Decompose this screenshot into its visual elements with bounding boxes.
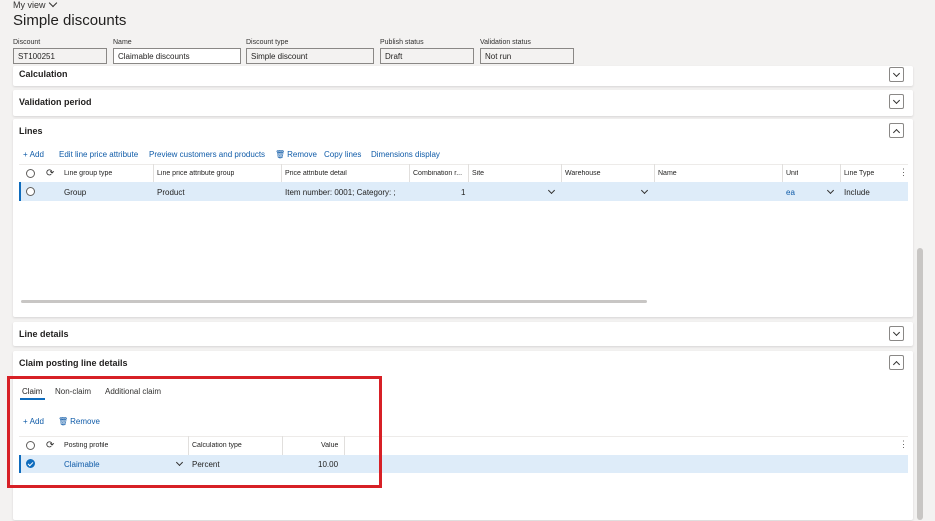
more-options-icon[interactable]: ⋮ xyxy=(899,439,908,450)
more-options-icon[interactable]: ⋮ xyxy=(899,167,908,178)
attribute-detail-cell[interactable]: Item number: 0001; Category: ; xyxy=(285,188,396,197)
line-details-section: Line details xyxy=(13,322,913,346)
validation-status-label: Validation status xyxy=(480,39,531,46)
col-warehouse[interactable]: Warehouse xyxy=(565,170,601,177)
lines-add-button[interactable]: + Add xyxy=(23,150,44,159)
lines-horizontal-scrollbar[interactable] xyxy=(21,300,647,303)
row-select-radio[interactable] xyxy=(26,187,35,196)
validation-period-expand-button[interactable] xyxy=(889,94,904,109)
page-vertical-scrollbar[interactable] xyxy=(917,248,923,520)
discount-type-label: Discount type xyxy=(246,39,289,46)
plus-icon: + xyxy=(23,150,28,159)
col-site[interactable]: Site xyxy=(472,170,484,177)
col-combination[interactable]: Combination r... xyxy=(413,170,467,177)
col-line-type[interactable]: Line Type xyxy=(844,170,874,177)
lines-header[interactable]: Lines xyxy=(19,126,43,136)
calculation-header[interactable]: Calculation xyxy=(19,69,68,79)
my-view-menu[interactable]: My view xyxy=(13,0,57,10)
claim-posting-collapse-button[interactable] xyxy=(889,355,904,370)
name-label: Name xyxy=(113,39,132,46)
col-name[interactable]: Name xyxy=(658,170,677,177)
refresh-icon[interactable]: ⟳ xyxy=(46,168,54,179)
dimensions-display-button[interactable]: Dimensions display xyxy=(371,150,440,159)
col-price-attribute-detail[interactable]: Price attribute detail xyxy=(285,170,347,177)
edit-line-price-attribute-button[interactable]: Edit line price attribute xyxy=(59,150,138,159)
select-all-radio[interactable] xyxy=(26,169,35,178)
validation-period-header[interactable]: Validation period xyxy=(19,97,92,107)
chevron-up-icon xyxy=(892,128,901,137)
chevron-down-icon xyxy=(48,0,57,8)
discount-field[interactable]: ST100251 xyxy=(13,48,107,64)
claim-posting-header[interactable]: Claim posting line details xyxy=(19,358,128,368)
col-unit[interactable]: Unit xyxy=(786,170,798,177)
name-field[interactable]: Claimable discounts xyxy=(113,48,241,64)
line-type-cell[interactable]: Include xyxy=(844,188,870,197)
validation-period-section: Validation period xyxy=(13,90,913,116)
publish-status-field[interactable]: Draft xyxy=(380,48,474,64)
calculation-section: Calculation xyxy=(13,66,913,86)
col-line-price-attribute-group[interactable]: Line price attribute group xyxy=(157,170,234,177)
line-details-header[interactable]: Line details xyxy=(19,329,69,339)
lines-remove-button[interactable]: 🗑 Remove xyxy=(275,150,317,159)
chevron-down-icon xyxy=(892,96,901,105)
chevron-up-icon xyxy=(892,360,901,369)
copy-lines-button[interactable]: Copy lines xyxy=(324,150,361,159)
chevron-down-icon xyxy=(892,69,901,78)
trash-icon: 🗑 xyxy=(275,150,286,159)
unit-dropdown[interactable]: ea xyxy=(786,188,795,197)
preview-customers-products-button[interactable]: Preview customers and products xyxy=(149,150,265,159)
discount-label: Discount xyxy=(13,39,41,46)
validation-status-field[interactable]: Not run xyxy=(480,48,574,64)
page-title: Simple discounts xyxy=(13,12,127,29)
combination-cell[interactable]: 1 xyxy=(461,188,465,197)
attribute-group-cell[interactable]: Product xyxy=(157,188,185,197)
calculation-expand-button[interactable] xyxy=(889,67,904,82)
publish-status-label: Publish status xyxy=(380,39,424,46)
highlight-box xyxy=(7,376,382,488)
chevron-down-icon xyxy=(892,328,901,337)
discount-type-field[interactable]: Simple discount xyxy=(246,48,374,64)
line-group-type-cell[interactable]: Group xyxy=(64,188,86,197)
lines-collapse-button[interactable] xyxy=(889,123,904,138)
line-details-expand-button[interactable] xyxy=(889,326,904,341)
col-line-group-type[interactable]: Line group type xyxy=(64,170,112,177)
